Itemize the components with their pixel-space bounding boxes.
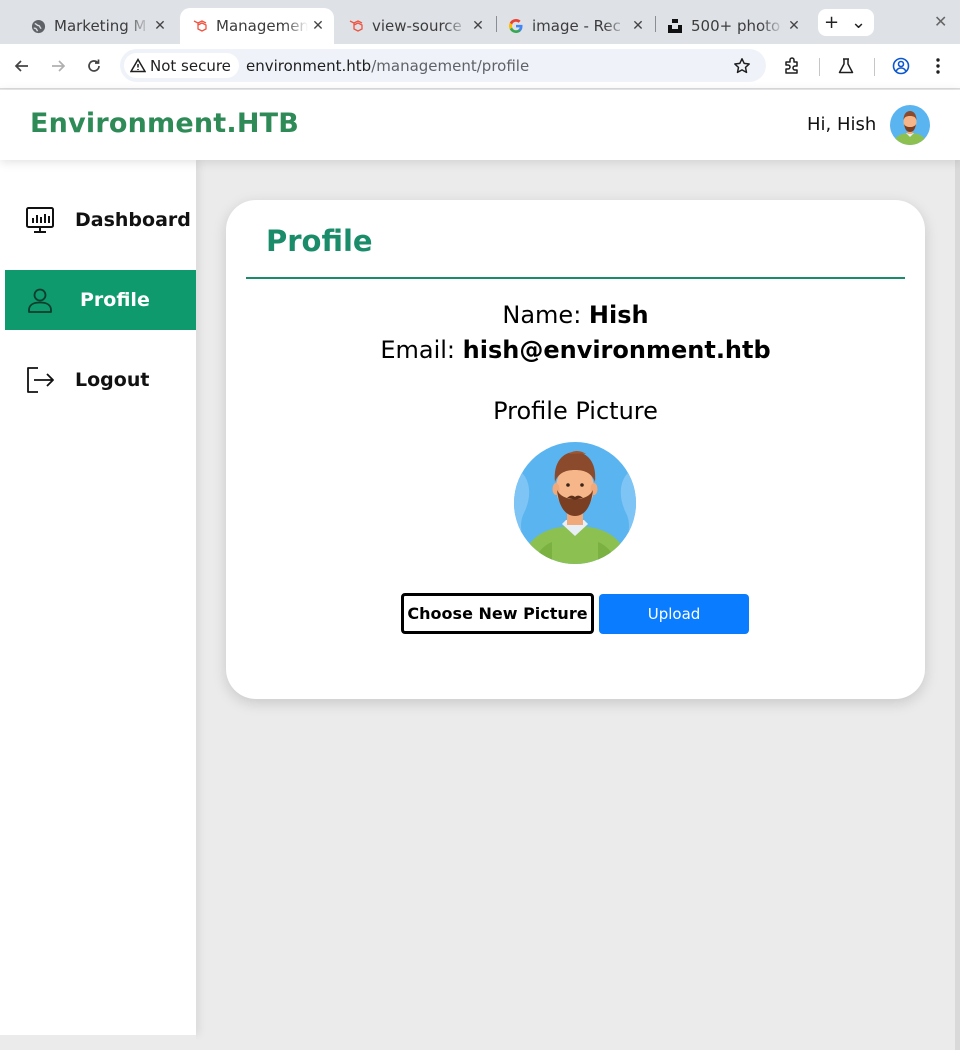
tab-close-icon[interactable]: ✕ — [308, 18, 328, 34]
sidebar-item-label: Dashboard — [75, 209, 191, 231]
plus-icon[interactable]: + — [818, 12, 845, 33]
browser-tab-google-image[interactable]: image - Rec ✕ — [496, 8, 654, 44]
labs-flask-icon[interactable] — [836, 56, 856, 76]
toolbar-separator — [874, 58, 875, 76]
choose-picture-button[interactable]: Choose New Picture — [401, 593, 594, 634]
kebab-menu-icon[interactable] — [928, 56, 948, 76]
browser-tab-marketing[interactable]: Marketing M ✕ — [18, 8, 176, 44]
sidebar: Dashboard Profile Logout — [0, 160, 196, 1035]
browser-tab-management[interactable]: Managemen ✕ — [180, 8, 334, 44]
profile-picture — [514, 442, 636, 564]
browser-tab-view-source[interactable]: view-source ✕ — [336, 8, 494, 44]
tab-title: Marketing M — [54, 17, 147, 35]
reload-icon[interactable] — [84, 56, 104, 76]
profile-picture-label: Profile Picture — [493, 397, 658, 425]
tab-close-icon[interactable]: ✕ — [784, 18, 804, 34]
browser-tabstrip: Marketing M ✕ Managemen ✕ view-source ✕ … — [0, 0, 960, 44]
extensions-puzzle-icon[interactable] — [782, 56, 802, 76]
email-label: Email: — [380, 336, 455, 364]
laravel-icon — [348, 18, 364, 34]
title-divider — [246, 277, 905, 279]
laravel-icon — [192, 18, 208, 34]
sidebar-item-dashboard[interactable]: Dashboard — [5, 190, 196, 250]
toolbar-separator — [819, 58, 820, 76]
sidebar-item-label: Profile — [80, 289, 150, 311]
brand-logo-text[interactable]: Environment.HTB — [30, 108, 299, 139]
avatar[interactable] — [890, 105, 930, 145]
tab-close-icon[interactable]: ✕ — [628, 18, 648, 34]
sidebar-item-label: Logout — [75, 369, 150, 391]
sidebar-item-logout[interactable]: Logout — [5, 350, 196, 410]
sidebar-bottom-edge — [0, 1035, 196, 1050]
warning-icon — [130, 58, 146, 73]
email-value: hish@environment.htb — [462, 336, 771, 364]
browser-tab-unsplash[interactable]: 500+ photo ✕ — [655, 8, 810, 44]
security-label: Not secure — [150, 56, 231, 75]
url-text[interactable]: environment.htb/management/profile — [246, 57, 529, 75]
globe-icon — [30, 18, 46, 34]
page-title: Profile — [266, 224, 373, 258]
tab-title: Managemen — [216, 17, 308, 35]
chevron-down-icon[interactable]: ⌄ — [845, 12, 872, 33]
url-host: environment.htb — [246, 57, 372, 75]
window-close-icon[interactable]: ✕ — [934, 12, 947, 31]
logout-icon — [27, 367, 54, 393]
tab-close-icon[interactable]: ✕ — [468, 18, 488, 34]
dashboard-monitor-icon — [26, 207, 54, 233]
url-path: /management/profile — [371, 57, 530, 75]
name-label: Name: — [502, 301, 582, 329]
tab-title: 500+ photo — [691, 17, 781, 35]
name-value: Hish — [588, 301, 649, 329]
back-arrow-icon[interactable] — [12, 56, 32, 76]
profile-account-icon[interactable] — [891, 56, 911, 76]
sidebar-item-profile[interactable]: Profile — [5, 270, 196, 330]
unsplash-icon — [667, 18, 683, 34]
bookmark-star-icon[interactable] — [732, 56, 752, 76]
scrollbar[interactable] — [955, 160, 960, 1050]
tab-title: image - Rec — [532, 17, 621, 35]
google-icon — [508, 18, 524, 34]
profile-card: Profile Name: Hish Email: hish@environme… — [226, 200, 925, 699]
upload-button[interactable]: Upload — [599, 594, 749, 634]
tab-close-icon[interactable]: ✕ — [150, 18, 170, 34]
site-header: Environment.HTB Hi, Hish — [0, 90, 960, 160]
browser-toolbar: Not secure environment.htb/management/pr… — [0, 44, 960, 89]
profile-name-line: Name: Hish — [226, 301, 925, 329]
security-chip[interactable]: Not secure — [124, 53, 239, 78]
profile-email-line: Email: hish@environment.htb — [226, 336, 925, 364]
forward-arrow-icon[interactable] — [48, 56, 68, 76]
address-bar[interactable]: Not secure environment.htb/management/pr… — [120, 49, 766, 82]
user-icon — [28, 288, 52, 313]
user-greeting: Hi, Hish — [807, 114, 877, 135]
tab-title: view-source — [372, 17, 462, 35]
new-tab-group: + ⌄ — [818, 9, 874, 36]
